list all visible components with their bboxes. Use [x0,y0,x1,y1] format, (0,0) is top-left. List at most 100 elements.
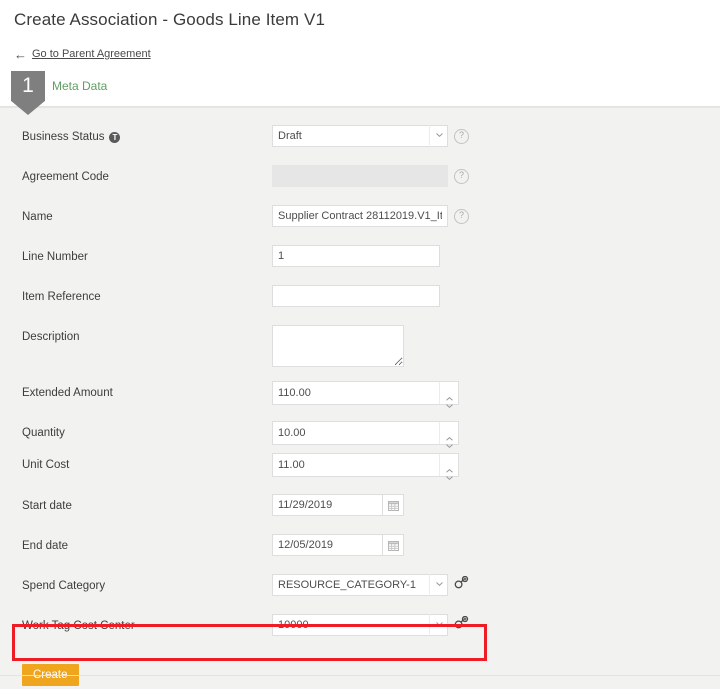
unit-cost-input[interactable] [273,454,439,476]
left-arrow-icon: ← [14,48,27,61]
control-quantity [272,421,459,445]
control-description [272,325,404,367]
field-row-line-number: Line Number [0,245,720,285]
control-end-date [272,534,404,556]
field-row-business-status: Business Status T Draft ? [0,125,720,165]
field-row-item-reference: Item Reference [0,285,720,325]
control-line-number [272,245,440,267]
label-line-number: Line Number [22,245,272,265]
lookup-add-icon[interactable] [454,616,469,636]
help-icon-business-status[interactable]: ? [454,129,469,144]
field-row-spend-category: Spend Category RESOURCE_CATEGORY-1 [0,574,720,614]
end-date-field[interactable] [272,534,404,556]
step-label-meta-data[interactable]: Meta Data [52,79,107,93]
label-item-reference: Item Reference [22,285,272,305]
chevron-up-icon[interactable] [446,428,453,432]
extended-amount-spin-buttons[interactable] [439,382,458,404]
start-date-input[interactable] [272,494,382,516]
chevron-down-icon[interactable] [429,614,448,634]
spend-category-select-wrap[interactable]: RESOURCE_CATEGORY-1 [272,574,448,596]
label-end-date: End date [22,534,272,554]
chevron-down-icon[interactable] [446,467,453,471]
label-start-date: Start date [22,494,272,514]
calendar-icon[interactable] [382,494,404,516]
label-work-tag-cost-center-text: Work Tag Cost Center [22,618,135,634]
spend-category-select[interactable]: RESOURCE_CATEGORY-1 [272,574,448,596]
quantity-input[interactable] [273,422,439,444]
label-agreement-code: Agreement Code [22,165,272,185]
label-unit-cost: Unit Cost [22,453,272,473]
label-item-reference-text: Item Reference [22,289,101,305]
unit-cost-stepper[interactable] [272,453,459,477]
control-name: ? [272,205,469,227]
item-reference-input[interactable] [272,285,440,307]
label-end-date-text: End date [22,538,68,554]
end-date-input[interactable] [272,534,382,556]
field-row-end-date: End date [0,534,720,574]
field-row-extended-amount: Extended Amount [0,381,720,421]
business-status-select[interactable]: Draft [272,125,448,147]
meta-data-form: Business Status T Draft ? Agreement Code… [0,107,720,689]
label-unit-cost-text: Unit Cost [22,457,69,473]
label-work-tag-cost-center: Work Tag Cost Center [22,614,272,634]
tooltip-icon[interactable]: T [109,132,120,143]
label-extended-amount: Extended Amount [22,381,272,401]
label-spend-category-text: Spend Category [22,578,105,594]
chevron-down-icon[interactable] [446,435,453,439]
page-header: Create Association - Goods Line Item V1 [0,0,720,32]
business-status-select-wrap[interactable]: Draft [272,125,448,147]
control-start-date [272,494,404,516]
field-row-unit-cost: Unit Cost [0,453,720,494]
label-line-number-text: Line Number [22,249,88,265]
field-row-agreement-code: Agreement Code ? [0,165,720,205]
label-spend-category: Spend Category [22,574,272,594]
control-work-tag-cost-center: 10000 [272,614,469,636]
help-icon-agreement-code[interactable]: ? [454,169,469,184]
label-extended-amount-text: Extended Amount [22,385,113,401]
start-date-field[interactable] [272,494,404,516]
name-input[interactable] [272,205,448,227]
control-item-reference [272,285,440,307]
parent-agreement-link-row[interactable]: ← Go to Parent Agreement [14,46,720,62]
label-agreement-code-text: Agreement Code [22,169,109,185]
field-row-quantity: Quantity [0,421,720,453]
help-icon-name[interactable]: ? [454,209,469,224]
label-business-status-text: Business Status [22,129,104,145]
line-number-input[interactable] [272,245,440,267]
work-tag-cost-center-select-wrap[interactable]: 10000 [272,614,448,636]
chevron-up-icon[interactable] [446,460,453,464]
control-unit-cost [272,453,459,477]
field-row-name: Name ? [0,205,720,245]
chevron-down-icon[interactable] [429,574,448,594]
quantity-stepper[interactable] [272,421,459,445]
lookup-add-icon[interactable] [454,576,469,596]
label-quantity: Quantity [22,421,272,441]
label-description-text: Description [22,329,80,345]
unit-cost-spin-buttons[interactable] [439,454,458,476]
label-start-date-text: Start date [22,498,72,514]
chevron-down-icon[interactable] [429,125,448,145]
quantity-spin-buttons[interactable] [439,422,458,444]
label-quantity-text: Quantity [22,425,65,441]
extended-amount-stepper[interactable] [272,381,459,405]
control-spend-category: RESOURCE_CATEGORY-1 [272,574,469,596]
label-name: Name [22,205,272,225]
calendar-icon[interactable] [382,534,404,556]
chevron-up-icon[interactable] [446,388,453,392]
description-textarea[interactable] [272,325,404,367]
extended-amount-input[interactable] [273,382,439,404]
control-extended-amount [272,381,459,405]
page-title: Create Association - Goods Line Item V1 [14,8,720,32]
step-bar: 1 Meta Data [0,71,720,107]
field-row-description: Description [0,325,720,381]
label-business-status: Business Status T [22,125,272,145]
field-row-work-tag-cost-center: Work Tag Cost Center 10000 [0,614,720,654]
bottom-divider [0,675,720,676]
label-name-text: Name [22,209,53,225]
chevron-down-icon[interactable] [446,395,453,399]
field-row-start-date: Start date [0,494,720,534]
control-agreement-code: ? [272,165,469,187]
work-tag-cost-center-select[interactable]: 10000 [272,614,448,636]
agreement-code-input [272,165,448,187]
go-to-parent-agreement-link[interactable]: Go to Parent Agreement [32,48,151,60]
